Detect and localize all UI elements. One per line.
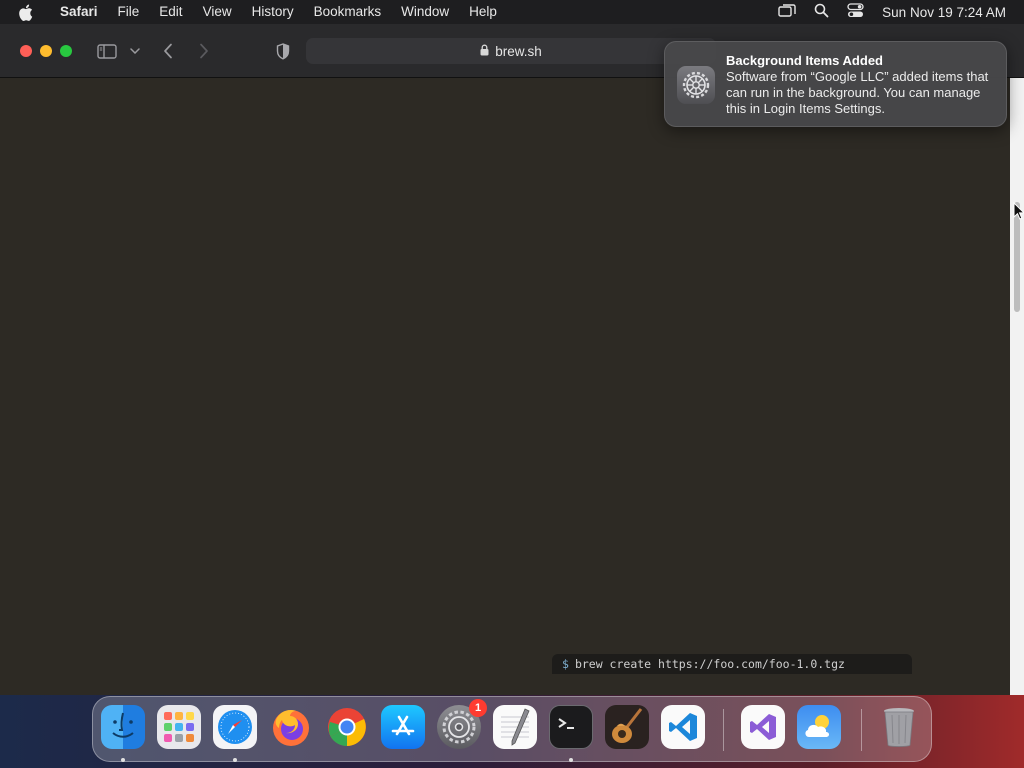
command-code-snippet: $ brew create https://foo.com/foo-1.0.tgz	[552, 654, 912, 674]
notification-title: Background Items Added	[726, 53, 883, 68]
address-url: brew.sh	[495, 43, 542, 59]
menu-app-safari[interactable]: Safari	[50, 0, 108, 24]
address-bar[interactable]: brew.sh	[306, 38, 716, 64]
garageband-icon[interactable]	[605, 705, 649, 749]
command-prompt: $	[562, 657, 569, 671]
notification-body: Software from “Google LLC” added items t…	[726, 69, 989, 116]
lock-icon	[480, 44, 489, 59]
visual-studio-icon[interactable]	[741, 705, 785, 749]
finder-running-indicator	[121, 758, 125, 762]
app-store-icon[interactable]	[381, 705, 425, 749]
notification-badge: 1	[469, 699, 487, 717]
privacy-shield-icon[interactable]	[273, 41, 293, 61]
menu-edit[interactable]: Edit	[149, 0, 192, 24]
vscode-icon[interactable]	[661, 705, 705, 749]
tab-group-chevron-down-icon[interactable]	[126, 41, 144, 61]
trash-icon[interactable]	[877, 705, 921, 749]
menu-view[interactable]: View	[193, 0, 242, 24]
menu-history[interactable]: History	[242, 0, 304, 24]
menu-bar: Safari File Edit View History Bookmarks …	[0, 0, 1024, 24]
dock-separator	[861, 709, 862, 751]
menu-help[interactable]: Help	[459, 0, 507, 24]
chrome-icon[interactable]	[325, 705, 369, 749]
close-window-button[interactable]	[20, 45, 32, 57]
web-page-content[interactable]	[0, 78, 1010, 695]
spotlight-search-icon[interactable]	[814, 3, 829, 21]
system-settings-icon[interactable]: 1	[437, 699, 487, 749]
firefox-icon[interactable]	[269, 705, 313, 749]
back-chevron-icon[interactable]	[158, 41, 178, 61]
background-items-notification[interactable]: Background Items Added Software from “Go…	[664, 41, 1007, 127]
sidebar-toggle-icon[interactable]	[97, 41, 117, 61]
menu-window[interactable]: Window	[391, 0, 459, 24]
page-scrollbar[interactable]	[1010, 78, 1024, 695]
dock: 1	[92, 696, 932, 762]
terminal-icon[interactable]	[549, 705, 593, 749]
terminal-running-indicator	[569, 758, 573, 762]
mouse-pointer-icon	[1013, 201, 1024, 220]
gear-icon	[677, 66, 715, 104]
safari-icon[interactable]	[213, 705, 257, 749]
menu-bookmarks[interactable]: Bookmarks	[304, 0, 392, 24]
launchpad-icon[interactable]	[157, 705, 201, 749]
finder-icon[interactable]	[101, 705, 145, 749]
menu-clock[interactable]: Sun Nov 19 7:24 AM	[882, 5, 1006, 20]
apple-menu-icon[interactable]	[18, 3, 36, 21]
weather-icon[interactable]	[797, 705, 841, 749]
control-center-icon[interactable]	[847, 3, 864, 21]
zoom-window-button[interactable]	[60, 45, 72, 57]
dock-separator	[723, 709, 724, 751]
safari-running-indicator	[233, 758, 237, 762]
desktop: Safari File Edit View History Bookmarks …	[0, 0, 1024, 768]
menu-file[interactable]: File	[108, 0, 150, 24]
forward-chevron-icon[interactable]	[194, 41, 214, 61]
minimize-window-button[interactable]	[40, 45, 52, 57]
screen-mirroring-icon[interactable]	[778, 3, 796, 21]
textedit-icon[interactable]	[493, 705, 537, 749]
command-text: brew create https://foo.com/foo-1.0.tgz	[574, 657, 845, 671]
